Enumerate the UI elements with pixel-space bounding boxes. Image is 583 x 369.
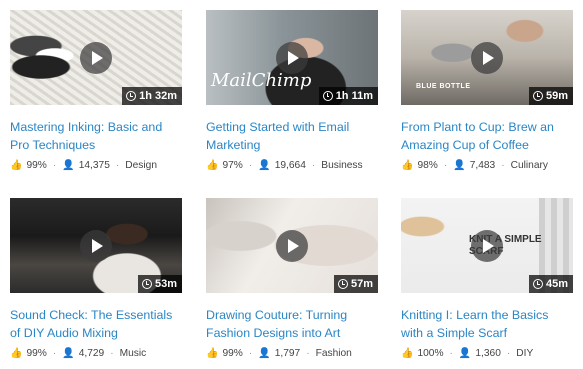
rating-value: 99% bbox=[26, 160, 47, 171]
rating-value: 99% bbox=[26, 348, 47, 359]
play-icon[interactable] bbox=[471, 229, 503, 262]
course-title-link[interactable]: Drawing Couture: Turning Fashion Designs… bbox=[206, 306, 378, 342]
play-icon[interactable] bbox=[80, 41, 112, 74]
separator: · bbox=[248, 348, 253, 359]
play-icon[interactable] bbox=[80, 229, 112, 262]
course-card: 57m Drawing Couture: Turning Fashion Des… bbox=[206, 198, 378, 359]
category-label: DIY bbox=[516, 348, 534, 359]
course-meta: 👍 98% · 👤 7,483 · Culinary bbox=[401, 160, 573, 171]
course-card: BLUE BOTTLE 59m From Plant to Cup: Brew … bbox=[401, 10, 573, 171]
students-count: 4,729 bbox=[78, 348, 105, 359]
separator: · bbox=[449, 348, 453, 359]
students-count: 1,360 bbox=[475, 348, 501, 359]
person-icon: 👤 bbox=[62, 348, 75, 359]
clock-icon bbox=[532, 279, 543, 289]
course-title-link[interactable]: From Plant to Cup: Brew an Amazing Cup o… bbox=[401, 118, 573, 154]
play-icon[interactable] bbox=[276, 229, 308, 262]
course-card: KNIT A SIMPLE SCARF 45m Knitting I: Lear… bbox=[401, 198, 573, 359]
duration-badge: 53m bbox=[137, 275, 182, 293]
separator: · bbox=[501, 160, 505, 171]
thumb-up-icon: 👍 bbox=[10, 160, 23, 171]
duration-text: 59m bbox=[545, 90, 568, 102]
rating-value: 99% bbox=[222, 348, 243, 359]
thumb-up-icon: 👍 bbox=[10, 348, 23, 359]
duration-text: 57m bbox=[350, 278, 373, 290]
course-thumbnail[interactable]: 53m bbox=[10, 198, 182, 293]
course-thumbnail[interactable]: MailChimp 1h 11m bbox=[206, 10, 378, 105]
thumb-up-icon: 👍 bbox=[206, 348, 219, 359]
students-count: 19,664 bbox=[274, 160, 306, 171]
category-label: Music bbox=[119, 348, 147, 359]
rating-value: 97% bbox=[222, 160, 243, 171]
clock-icon bbox=[141, 279, 152, 289]
duration-text: 45m bbox=[545, 278, 568, 290]
duration-text: 53m bbox=[154, 278, 177, 290]
duration-text: 1h 32m bbox=[139, 90, 177, 102]
course-meta: 👍 99% · 👤 1,797 · Fashion bbox=[206, 348, 378, 359]
duration-badge: 1h 32m bbox=[122, 87, 182, 105]
person-icon: 👤 bbox=[458, 348, 472, 359]
course-meta: 👍 99% · 👤 14,375 · Design bbox=[10, 160, 182, 171]
course-thumbnail[interactable]: KNIT A SIMPLE SCARF 45m bbox=[401, 198, 573, 293]
person-icon: 👤 bbox=[258, 348, 271, 359]
students-count: 14,375 bbox=[78, 160, 110, 171]
separator: · bbox=[248, 160, 253, 171]
students-count: 7,483 bbox=[469, 160, 496, 171]
course-card: MailChimp 1h 11m Getting Started with Em… bbox=[206, 10, 378, 171]
course-title-link[interactable]: Knitting I: Learn the Basics with a Simp… bbox=[401, 306, 573, 342]
course-meta: 👍 100% · 👤 1,360 · DIY bbox=[401, 348, 573, 359]
category-label: Fashion bbox=[315, 348, 352, 359]
category-label: Design bbox=[125, 160, 157, 171]
rating-value: 100% bbox=[417, 348, 444, 359]
play-icon[interactable] bbox=[276, 41, 308, 74]
course-thumbnail[interactable]: 1h 32m bbox=[10, 10, 182, 105]
course-title-link[interactable]: Getting Started with Email Marketing bbox=[206, 118, 378, 154]
clock-icon bbox=[322, 91, 333, 101]
course-meta: 👍 99% · 👤 4,729 · Music bbox=[10, 348, 182, 359]
course-title-link[interactable]: Mastering Inking: Basic and Pro Techniqu… bbox=[10, 118, 182, 154]
thumb-up-icon: 👍 bbox=[206, 160, 219, 171]
duration-badge: 57m bbox=[333, 275, 378, 293]
play-icon[interactable] bbox=[471, 41, 503, 74]
separator: · bbox=[443, 160, 448, 171]
duration-badge: 45m bbox=[528, 275, 573, 293]
students-count: 1,797 bbox=[274, 348, 301, 359]
course-grid: 1h 32m Mastering Inking: Basic and Pro T… bbox=[0, 0, 583, 369]
separator: · bbox=[115, 160, 120, 171]
separator: · bbox=[311, 160, 316, 171]
category-label: Culinary bbox=[510, 160, 548, 171]
rating-value: 98% bbox=[417, 160, 438, 171]
category-label: Business bbox=[321, 160, 363, 171]
separator: · bbox=[506, 348, 511, 359]
clock-icon bbox=[532, 91, 543, 101]
course-card: 53m Sound Check: The Essentials of DIY A… bbox=[10, 198, 182, 359]
thumb-up-icon: 👍 bbox=[401, 348, 414, 359]
course-thumbnail[interactable]: BLUE BOTTLE 59m bbox=[401, 10, 573, 105]
clock-icon bbox=[337, 279, 348, 289]
person-icon: 👤 bbox=[258, 160, 271, 171]
course-title-link[interactable]: Sound Check: The Essentials of DIY Audio… bbox=[10, 306, 182, 342]
duration-text: 1h 11m bbox=[335, 90, 373, 102]
separator: · bbox=[306, 348, 310, 359]
thumb-up-icon: 👍 bbox=[401, 160, 414, 171]
separator: · bbox=[52, 160, 57, 171]
person-icon: 👤 bbox=[453, 160, 466, 171]
person-icon: 👤 bbox=[62, 160, 75, 171]
separator: · bbox=[52, 348, 57, 359]
duration-badge: 59m bbox=[528, 87, 573, 105]
separator: · bbox=[110, 348, 114, 359]
course-meta: 👍 97% · 👤 19,664 · Business bbox=[206, 160, 378, 171]
duration-badge: 1h 11m bbox=[318, 87, 378, 105]
course-card: 1h 32m Mastering Inking: Basic and Pro T… bbox=[10, 10, 182, 171]
thumbnail-logo-text: BLUE BOTTLE bbox=[416, 83, 471, 90]
course-thumbnail[interactable]: 57m bbox=[206, 198, 378, 293]
clock-icon bbox=[126, 91, 137, 101]
